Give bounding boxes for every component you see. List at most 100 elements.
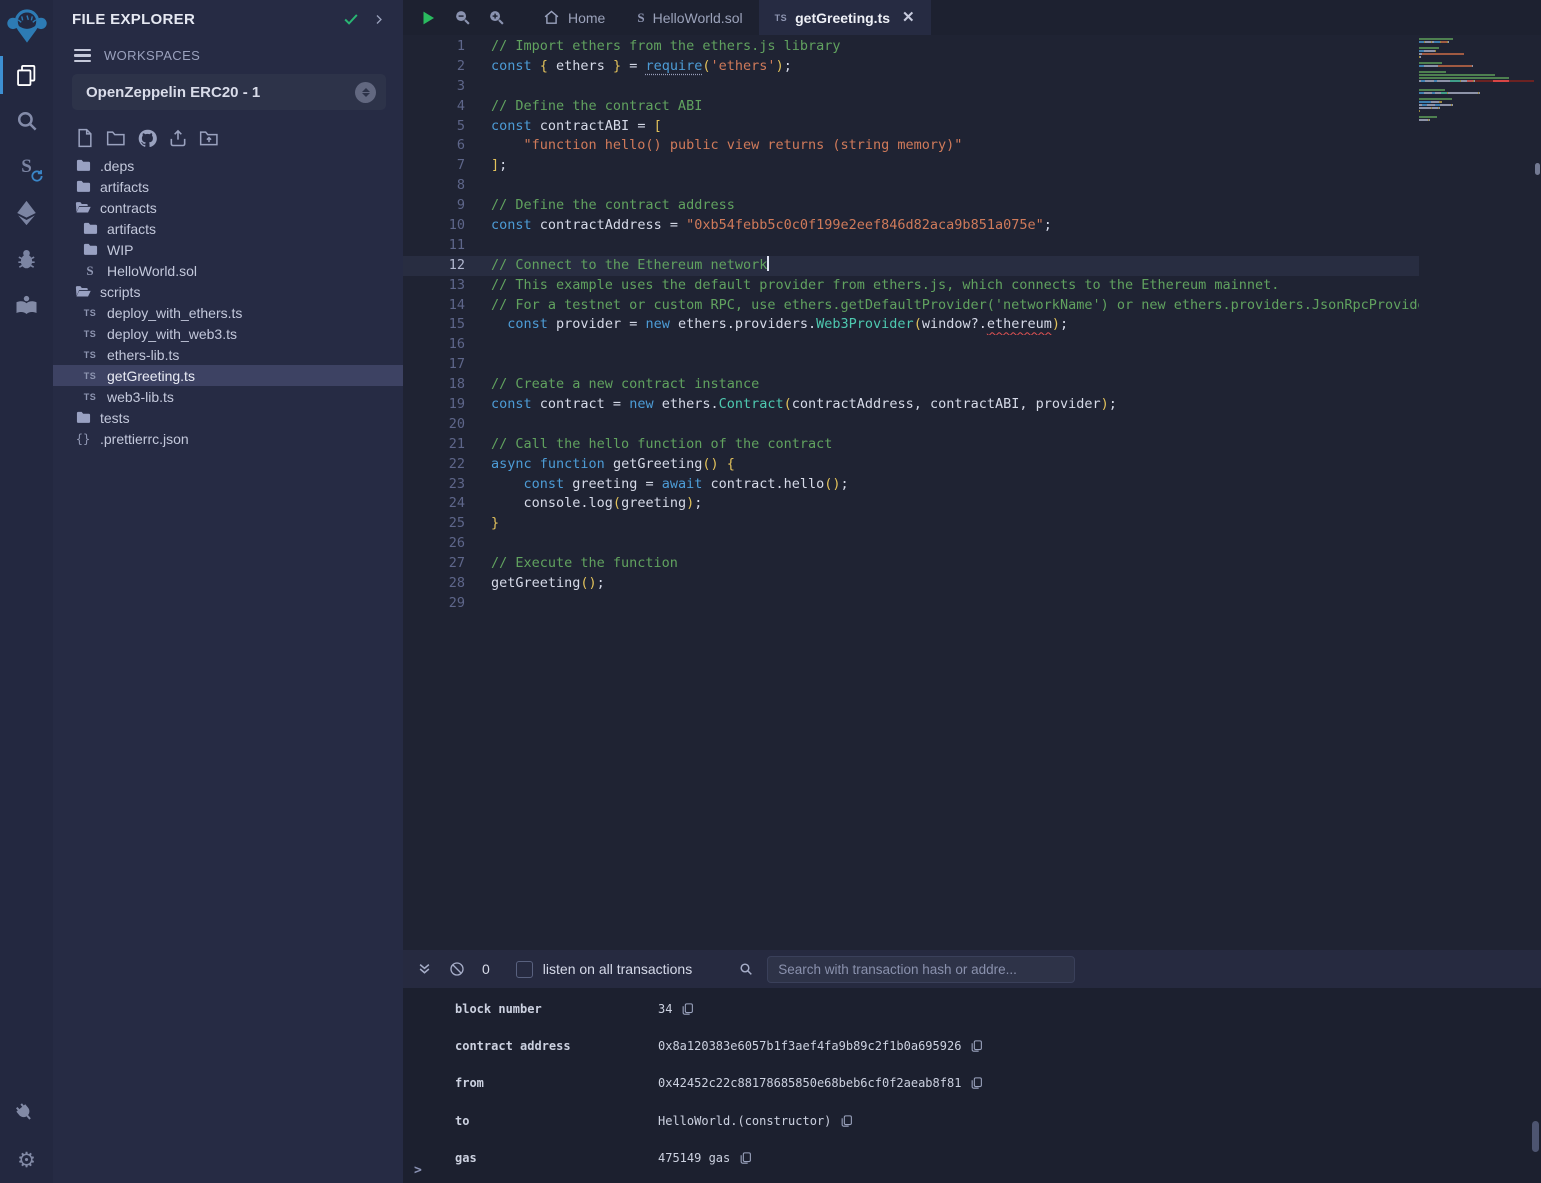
tree-item-helloworld-sol[interactable]: SHelloWorld.sol	[53, 260, 403, 281]
upload-folder-icon[interactable]	[198, 127, 220, 149]
line-text: // Define the contract ABI	[491, 97, 1419, 117]
sidebar-item-search[interactable]	[0, 98, 53, 144]
tree-item-artifacts[interactable]: artifacts	[53, 218, 403, 239]
code-line-12[interactable]: 12// Connect to the Ethereum network	[403, 256, 1419, 276]
code-line-18[interactable]: 18// Create a new contract instance	[403, 375, 1419, 395]
code-line-24[interactable]: 24 console.log(greeting);	[403, 494, 1419, 514]
line-text: // Call the hello function of the contra…	[491, 435, 1419, 455]
zoom-out-icon[interactable]	[445, 0, 479, 35]
panel-expand-chevron-icon[interactable]	[373, 12, 385, 27]
tree-item--prettierrc-json[interactable]: {}.prettierrc.json	[53, 428, 403, 449]
code-line-23[interactable]: 23 const greeting = await contract.hello…	[403, 475, 1419, 495]
file-explorer-panel: FILE EXPLORER WORKSPACES OpenZeppelin ER…	[53, 0, 403, 1183]
code-line-7[interactable]: 7];	[403, 156, 1419, 176]
editor-scrollbar-thumb[interactable]	[1535, 163, 1540, 175]
code-line-25[interactable]: 25}	[403, 514, 1419, 534]
copy-icon[interactable]	[970, 1076, 983, 1090]
tree-item-deploy-with-ethers-ts[interactable]: TSdeploy_with_ethers.ts	[53, 302, 403, 323]
code-line-16[interactable]: 16	[403, 335, 1419, 355]
line-text: ];	[491, 156, 1419, 176]
terminal-scrollbar-thumb[interactable]	[1532, 1121, 1539, 1152]
code-line-26[interactable]: 26	[403, 534, 1419, 554]
tree-item-ethers-lib-ts[interactable]: TSethers-lib.ts	[53, 344, 403, 365]
sidebar-item-settings[interactable]: ⚙	[0, 1137, 53, 1183]
transaction-field-value: 34	[658, 1002, 672, 1016]
code-line-10[interactable]: 10const contractAddress = "0xb54febb5c0c…	[403, 216, 1419, 236]
sidebar-item-plugin-manager[interactable]	[0, 1091, 53, 1137]
workspace-check-icon[interactable]	[343, 13, 359, 26]
code-line-29[interactable]: 29	[403, 594, 1419, 614]
tree-item--deps[interactable]: .deps	[53, 155, 403, 176]
remix-logo[interactable]	[0, 0, 53, 52]
upload-file-icon[interactable]	[167, 127, 189, 149]
minimap[interactable]	[1419, 38, 1534, 125]
code-line-19[interactable]: 19const contract = new ethers.Contract(c…	[403, 395, 1419, 415]
new-folder-icon[interactable]	[105, 127, 127, 149]
tree-item-tests[interactable]: tests	[53, 407, 403, 428]
line-number: 17	[403, 355, 491, 375]
code-line-13[interactable]: 13// This example uses the default provi…	[403, 276, 1419, 296]
transaction-field-label: gas	[455, 1151, 658, 1165]
workspace-stepper-icon[interactable]	[355, 82, 376, 103]
tree-item-wip[interactable]: WIP	[53, 239, 403, 260]
ts-icon: TS	[82, 350, 98, 360]
line-number: 24	[403, 494, 491, 514]
code-line-20[interactable]: 20	[403, 415, 1419, 435]
code-line-14[interactable]: 14// For a testnet or custom RPC, use et…	[403, 296, 1419, 316]
folder-closed-icon	[75, 411, 91, 424]
zoom-in-icon[interactable]	[479, 0, 513, 35]
folder-closed-icon	[82, 243, 98, 256]
line-text	[491, 236, 1419, 256]
code-editor[interactable]: 1// Import ethers from the ethers.js lib…	[403, 35, 1541, 950]
terminal-clear-icon[interactable]	[449, 961, 465, 977]
sidebar-item-deploy-run[interactable]	[0, 190, 53, 236]
tree-item-artifacts[interactable]: artifacts	[53, 176, 403, 197]
code-line-4[interactable]: 4// Define the contract ABI	[403, 97, 1419, 117]
code-line-28[interactable]: 28getGreeting();	[403, 574, 1419, 594]
code-line-22[interactable]: 22async function getGreeting() {	[403, 455, 1419, 475]
close-icon[interactable]: ✕	[902, 10, 915, 25]
compiler-refresh-icon	[30, 169, 44, 183]
tab-getgreeting-ts[interactable]: TSgetGreeting.ts✕	[759, 0, 931, 35]
code-line-9[interactable]: 9// Define the contract address	[403, 196, 1419, 216]
tab-helloworld-sol[interactable]: SHelloWorld.sol	[621, 0, 758, 35]
run-script-button[interactable]	[411, 0, 445, 35]
code-line-8[interactable]: 8	[403, 176, 1419, 196]
line-number: 22	[403, 455, 491, 475]
code-line-3[interactable]: 3	[403, 77, 1419, 97]
copy-icon[interactable]	[681, 1002, 694, 1016]
tree-item-contracts[interactable]: contracts	[53, 197, 403, 218]
tree-item-web3-lib-ts[interactable]: TSweb3-lib.ts	[53, 386, 403, 407]
code-line-6[interactable]: 6 "function hello() public view returns …	[403, 136, 1419, 156]
code-line-15[interactable]: 15 const provider = new ethers.providers…	[403, 315, 1419, 335]
tree-item-deploy-with-web3-ts[interactable]: TSdeploy_with_web3.ts	[53, 323, 403, 344]
line-number: 4	[403, 97, 491, 117]
code-line-21[interactable]: 21// Call the hello function of the cont…	[403, 435, 1419, 455]
code-line-5[interactable]: 5const contractABI = [	[403, 117, 1419, 137]
code-line-27[interactable]: 27// Execute the function	[403, 554, 1419, 574]
transaction-search-input[interactable]	[767, 956, 1075, 983]
sidebar-item-solidity-compiler[interactable]: S	[0, 144, 53, 190]
sidebar-item-file-explorer[interactable]	[0, 52, 53, 98]
copy-icon[interactable]	[970, 1039, 983, 1053]
copy-icon[interactable]	[739, 1151, 752, 1165]
terminal-output[interactable]: block number34contract address0x8a120383…	[403, 988, 1541, 1183]
tree-item-scripts[interactable]: scripts	[53, 281, 403, 302]
terminal-collapse-icon[interactable]	[417, 961, 432, 977]
new-file-icon[interactable]	[74, 127, 96, 149]
code-line-1[interactable]: 1// Import ethers from the ethers.js lib…	[403, 37, 1419, 57]
tab-home[interactable]: Home	[527, 0, 621, 35]
workspace-select[interactable]: OpenZeppelin ERC20 - 1	[72, 74, 386, 110]
sidebar-item-debugger[interactable]	[0, 236, 53, 282]
workspaces-menu-icon[interactable]	[74, 49, 91, 62]
code-line-11[interactable]: 11	[403, 236, 1419, 256]
tree-item-getgreeting-ts[interactable]: TSgetGreeting.ts	[53, 365, 403, 386]
github-icon[interactable]	[136, 127, 158, 149]
copy-icon[interactable]	[840, 1114, 853, 1128]
code-line-17[interactable]: 17	[403, 355, 1419, 375]
sidebar-item-learneth[interactable]	[0, 282, 53, 328]
terminal-prompt[interactable]: >	[414, 1163, 422, 1178]
listen-transactions-checkbox[interactable]	[516, 961, 533, 978]
line-number: 29	[403, 594, 491, 614]
code-line-2[interactable]: 2const { ethers } = require('ethers');	[403, 57, 1419, 77]
